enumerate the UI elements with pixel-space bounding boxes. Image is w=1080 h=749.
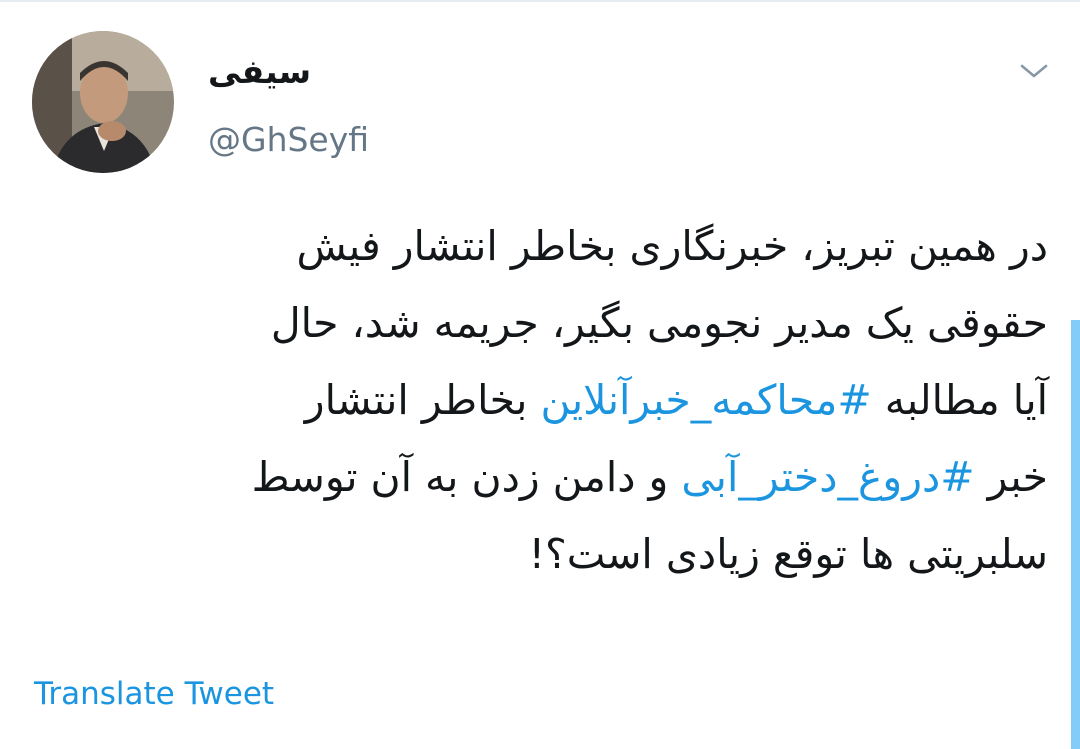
chevron-down-icon[interactable]: [1014, 56, 1054, 86]
tweet-line: آیا مطالبه #محاکمه_خبرآنلاین بخاطر انتشا…: [36, 362, 1048, 439]
scrollbar[interactable]: [1071, 320, 1080, 749]
tweet-text: در همین تبریز، خبرنگاری بخاطر انتشار فیش…: [36, 208, 1048, 593]
hashtag-link[interactable]: #محاکمه_خبرآنلاین: [541, 376, 872, 424]
tweet-text-segment: خبر: [974, 453, 1048, 501]
divider: [0, 0, 1080, 2]
tweet-line: در همین تبریز، خبرنگاری بخاطر انتشار فیش: [296, 222, 1048, 270]
translate-tweet-link[interactable]: Translate Tweet: [34, 672, 274, 716]
tweet-text-segment: آیا مطالبه: [871, 376, 1048, 424]
tweet-line: سلبریتی ها توقع زیادی است؟!: [528, 530, 1048, 578]
tweet-text-segment: و دامن زدن به آن توسط: [251, 453, 682, 501]
tweet-view: سیفی @GhSeyfi در همین تبریز، خبرنگاری بخ…: [0, 0, 1080, 749]
tweet-text-segment: بخاطر انتشار: [304, 376, 541, 424]
avatar[interactable]: [32, 31, 174, 173]
author-handle[interactable]: @GhSeyfi: [208, 118, 369, 162]
tweet-line: خبر #دروغ_دختر_آبی و دامن زدن به آن توسط: [36, 439, 1048, 516]
tweet-line: حقوقی یک مدیر نجومی بگیر، جریمه شد، حال: [270, 299, 1048, 347]
hashtag-link[interactable]: #دروغ_دختر_آبی: [681, 453, 974, 501]
author-display-name[interactable]: سیفی: [208, 50, 311, 94]
